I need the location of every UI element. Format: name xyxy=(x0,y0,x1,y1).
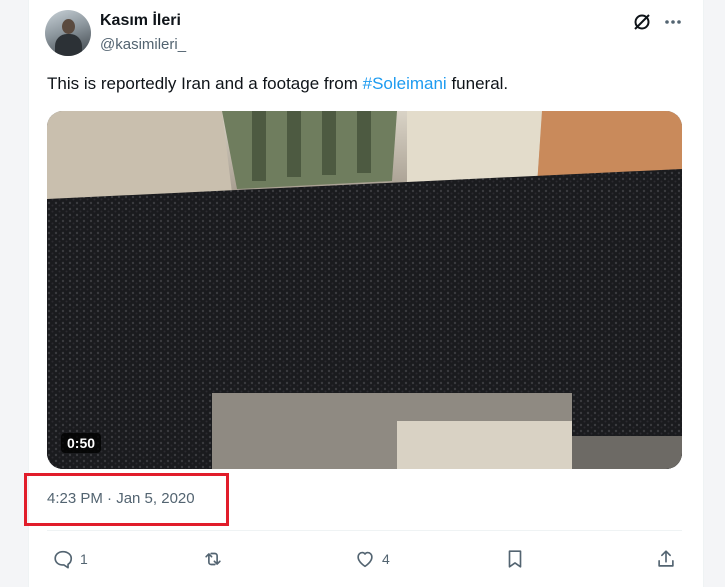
video-player[interactable]: 0:50 xyxy=(47,111,682,469)
share-button[interactable] xyxy=(655,547,677,571)
bookmark-button[interactable] xyxy=(504,547,526,571)
more-icon[interactable] xyxy=(663,12,683,32)
timestamp-highlight-box xyxy=(24,473,229,526)
author-handle[interactable]: @kasimileri_ xyxy=(100,36,186,53)
tweet-text: This is reportedly Iran and a footage fr… xyxy=(47,74,508,94)
author-display-name[interactable]: Kasım İleri xyxy=(100,12,181,30)
retweet-icon xyxy=(205,552,221,566)
hashtag-link[interactable]: #Soleimani xyxy=(363,74,447,93)
retweet-button[interactable] xyxy=(202,547,224,571)
like-button[interactable]: 4 xyxy=(354,547,390,571)
bookmark-icon xyxy=(508,550,522,568)
share-icon xyxy=(658,550,674,567)
divider xyxy=(47,530,682,531)
heart-icon xyxy=(357,551,373,568)
reply-button[interactable]: 1 xyxy=(52,547,88,571)
video-duration: 0:50 xyxy=(61,433,102,453)
avatar-head xyxy=(62,19,75,34)
tweet-text-start: This is reportedly Iran and a footage fr… xyxy=(47,74,363,93)
video-thumbnail xyxy=(47,111,682,469)
tweet-text-end: funeral. xyxy=(446,74,509,93)
avatar-body xyxy=(55,34,82,56)
grok-icon[interactable] xyxy=(632,12,652,32)
like-count: 4 xyxy=(382,551,390,567)
reply-icon xyxy=(54,550,73,569)
reply-count: 1 xyxy=(80,551,88,567)
avatar[interactable] xyxy=(45,10,91,56)
